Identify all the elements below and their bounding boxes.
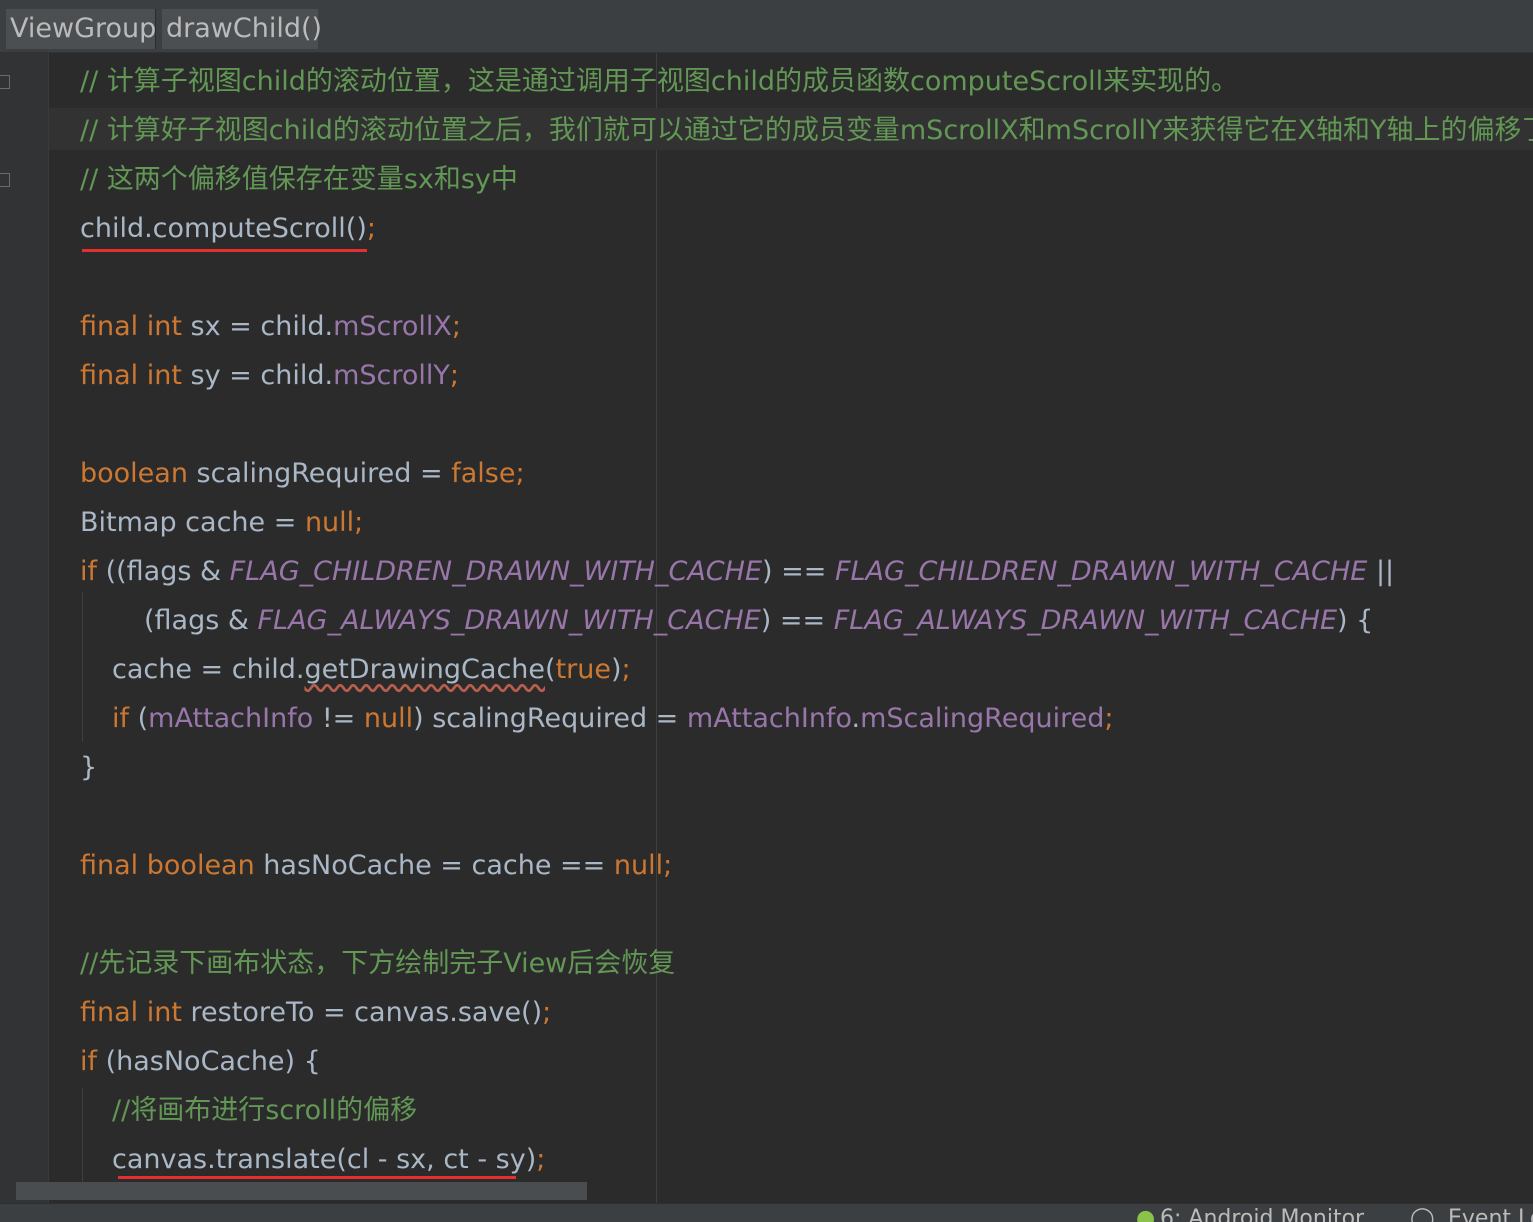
static-field-ref: FLAG_CHILDREN_DRAWN_WITH_CACHE: [834, 556, 1368, 587]
code-call: child.computeScroll(): [80, 213, 367, 244]
code-semicolon: ;: [354, 507, 364, 538]
code-text: (: [137, 703, 149, 734]
code-text: ||: [1367, 556, 1395, 587]
keyword: int: [146, 311, 182, 342]
code-text: ) {: [1337, 605, 1374, 636]
code-comment: // 这两个偏移值保存在变量sx和sy中: [80, 164, 518, 195]
code-line-21: if (hasNoCache) {: [80, 1037, 321, 1086]
code-line-4: child.computeScroll();: [80, 204, 376, 253]
code-line-19: //先记录下画布状态，下方绘制完子View后会恢复: [80, 939, 675, 988]
keyword: null: [304, 507, 355, 538]
event-log-tab[interactable]: Event Log: [1448, 1208, 1533, 1222]
code-comment: //将画布进行scroll的偏移: [112, 1095, 418, 1126]
field-ref: mScalingRequired: [860, 703, 1105, 734]
code-text: (: [545, 654, 556, 685]
code-text: (hasNoCache) {: [97, 1046, 321, 1077]
code-text: restoreTo = canvas.save(): [181, 997, 543, 1028]
field-ref: mScrollX: [333, 311, 452, 342]
code-text: ): [610, 654, 622, 685]
fold-marker-icon[interactable]: [0, 173, 10, 187]
code-line-1: // 计算子视图child的滚动位置，这是通过调用子视图child的成员函数co…: [80, 57, 1238, 106]
field-ref: mScrollY: [333, 360, 450, 391]
code-text: sx = child.: [181, 311, 334, 342]
code-line-7: final int sy = child.mScrollY;: [80, 351, 459, 400]
code-text: scalingRequired =: [187, 458, 452, 489]
code-line-20: final int restoreTo = canvas.save();: [80, 988, 551, 1037]
keyword: final: [80, 311, 139, 342]
keyword: final: [80, 360, 139, 391]
indent-guide: [82, 592, 83, 742]
code-line-15: }: [80, 743, 97, 792]
breadcrumb-item-drawchild[interactable]: drawChild(): [162, 9, 322, 49]
code-semicolon: ;: [663, 850, 673, 881]
code-line-6: final int sx = child.mScrollX;: [80, 302, 461, 351]
code-text: Bitmap cache =: [80, 507, 305, 538]
keyword: int: [146, 360, 182, 391]
code-text: ) ==: [762, 556, 835, 587]
code-line-11: if ((flags & FLAG_CHILDREN_DRAWN_WITH_CA…: [80, 547, 1394, 596]
code-semicolon: ;: [366, 213, 376, 244]
keyword: if: [80, 1046, 98, 1077]
event-log-icon: ◯: [1410, 1206, 1435, 1222]
code-comment: // 计算好子视图child的滚动位置之后，我们就可以通过它的成员变量mScro…: [80, 115, 1533, 146]
code-semicolon: ;: [449, 360, 459, 391]
android-monitor-tab[interactable]: 6: Android Monitor: [1160, 1208, 1364, 1222]
code-semicolon: ;: [1104, 703, 1114, 734]
keyword: if: [80, 556, 98, 587]
keyword: false: [451, 458, 516, 489]
keyword: final: [80, 850, 139, 881]
code-comment: // 计算子视图child的滚动位置，这是通过调用子视图child的成员函数co…: [80, 66, 1239, 97]
indent-guide: [82, 1088, 83, 1188]
code-comment: //先记录下画布状态，下方绘制完子View后会恢复: [80, 948, 676, 979]
breadcrumb: ViewGroup drawChild(): [0, 0, 1533, 53]
static-field-ref: FLAG_ALWAYS_DRAWN_WITH_CACHE: [833, 605, 1338, 636]
code-text: sy = child.: [181, 360, 334, 391]
static-field-ref: FLAG_ALWAYS_DRAWN_WITH_CACHE: [257, 605, 761, 636]
code-line-9: boolean scalingRequired = false;: [80, 449, 525, 498]
code-text: hasNoCache = cache ==: [254, 850, 614, 881]
keyword: null: [613, 850, 664, 881]
code-text: .: [851, 703, 861, 734]
code-semicolon: ;: [515, 458, 525, 489]
code-line-13: cache = child.getDrawingCache(true);: [112, 645, 631, 694]
field-ref: mAttachInfo: [686, 703, 852, 734]
field-ref: mAttachInfo: [148, 703, 314, 734]
horizontal-scrollbar[interactable]: [16, 1182, 587, 1200]
code-line-22: //将画布进行scroll的偏移: [112, 1086, 417, 1135]
deprecated-method-ref: getDrawingCache: [304, 654, 546, 685]
fold-marker-icon[interactable]: [0, 75, 10, 89]
code-line-12: (flags & FLAG_ALWAYS_DRAWN_WITH_CACHE) =…: [144, 596, 1373, 645]
code-line-17: final boolean hasNoCache = cache == null…: [80, 841, 672, 890]
editor-gutter[interactable]: [0, 53, 49, 1203]
keyword: int: [146, 997, 182, 1028]
keyword: null: [363, 703, 414, 734]
highlight-underline: [82, 249, 367, 252]
status-bar: ● 6: Android Monitor ◯ Event Log: [0, 1203, 1533, 1222]
code-semicolon: ;: [536, 1144, 546, 1175]
android-icon: ●: [1136, 1206, 1156, 1222]
static-field-ref: FLAG_CHILDREN_DRAWN_WITH_CACHE: [229, 556, 763, 587]
code-semicolon: ;: [451, 311, 461, 342]
code-line-2: // 计算好子视图child的滚动位置之后，我们就可以通过它的成员变量mScro…: [80, 106, 1533, 155]
code-text: (flags &: [144, 605, 258, 636]
code-text: ) ==: [760, 605, 834, 636]
code-semicolon: ;: [621, 654, 631, 685]
code-text: ) scalingRequired =: [413, 703, 687, 734]
code-text: }: [80, 752, 98, 783]
highlight-underline: [118, 1176, 516, 1179]
code-call: canvas.translate(cl - sx, ct - sy): [112, 1144, 537, 1175]
code-text: !=: [313, 703, 364, 734]
code-line-10: Bitmap cache = null;: [80, 498, 363, 547]
code-line-14: if (mAttachInfo != null) scalingRequired…: [112, 694, 1113, 743]
breadcrumb-item-viewgroup[interactable]: ViewGroup: [6, 9, 156, 49]
code-text: cache = child.: [112, 654, 305, 685]
code-text: ((flags &: [97, 556, 230, 587]
keyword: if: [112, 703, 130, 734]
code-line-3: // 这两个偏移值保存在变量sx和sy中: [80, 155, 518, 204]
keyword: true: [555, 654, 611, 685]
keyword: boolean: [146, 850, 255, 881]
keyword: final: [80, 997, 139, 1028]
code-semicolon: ;: [542, 997, 552, 1028]
keyword: boolean: [80, 458, 188, 489]
